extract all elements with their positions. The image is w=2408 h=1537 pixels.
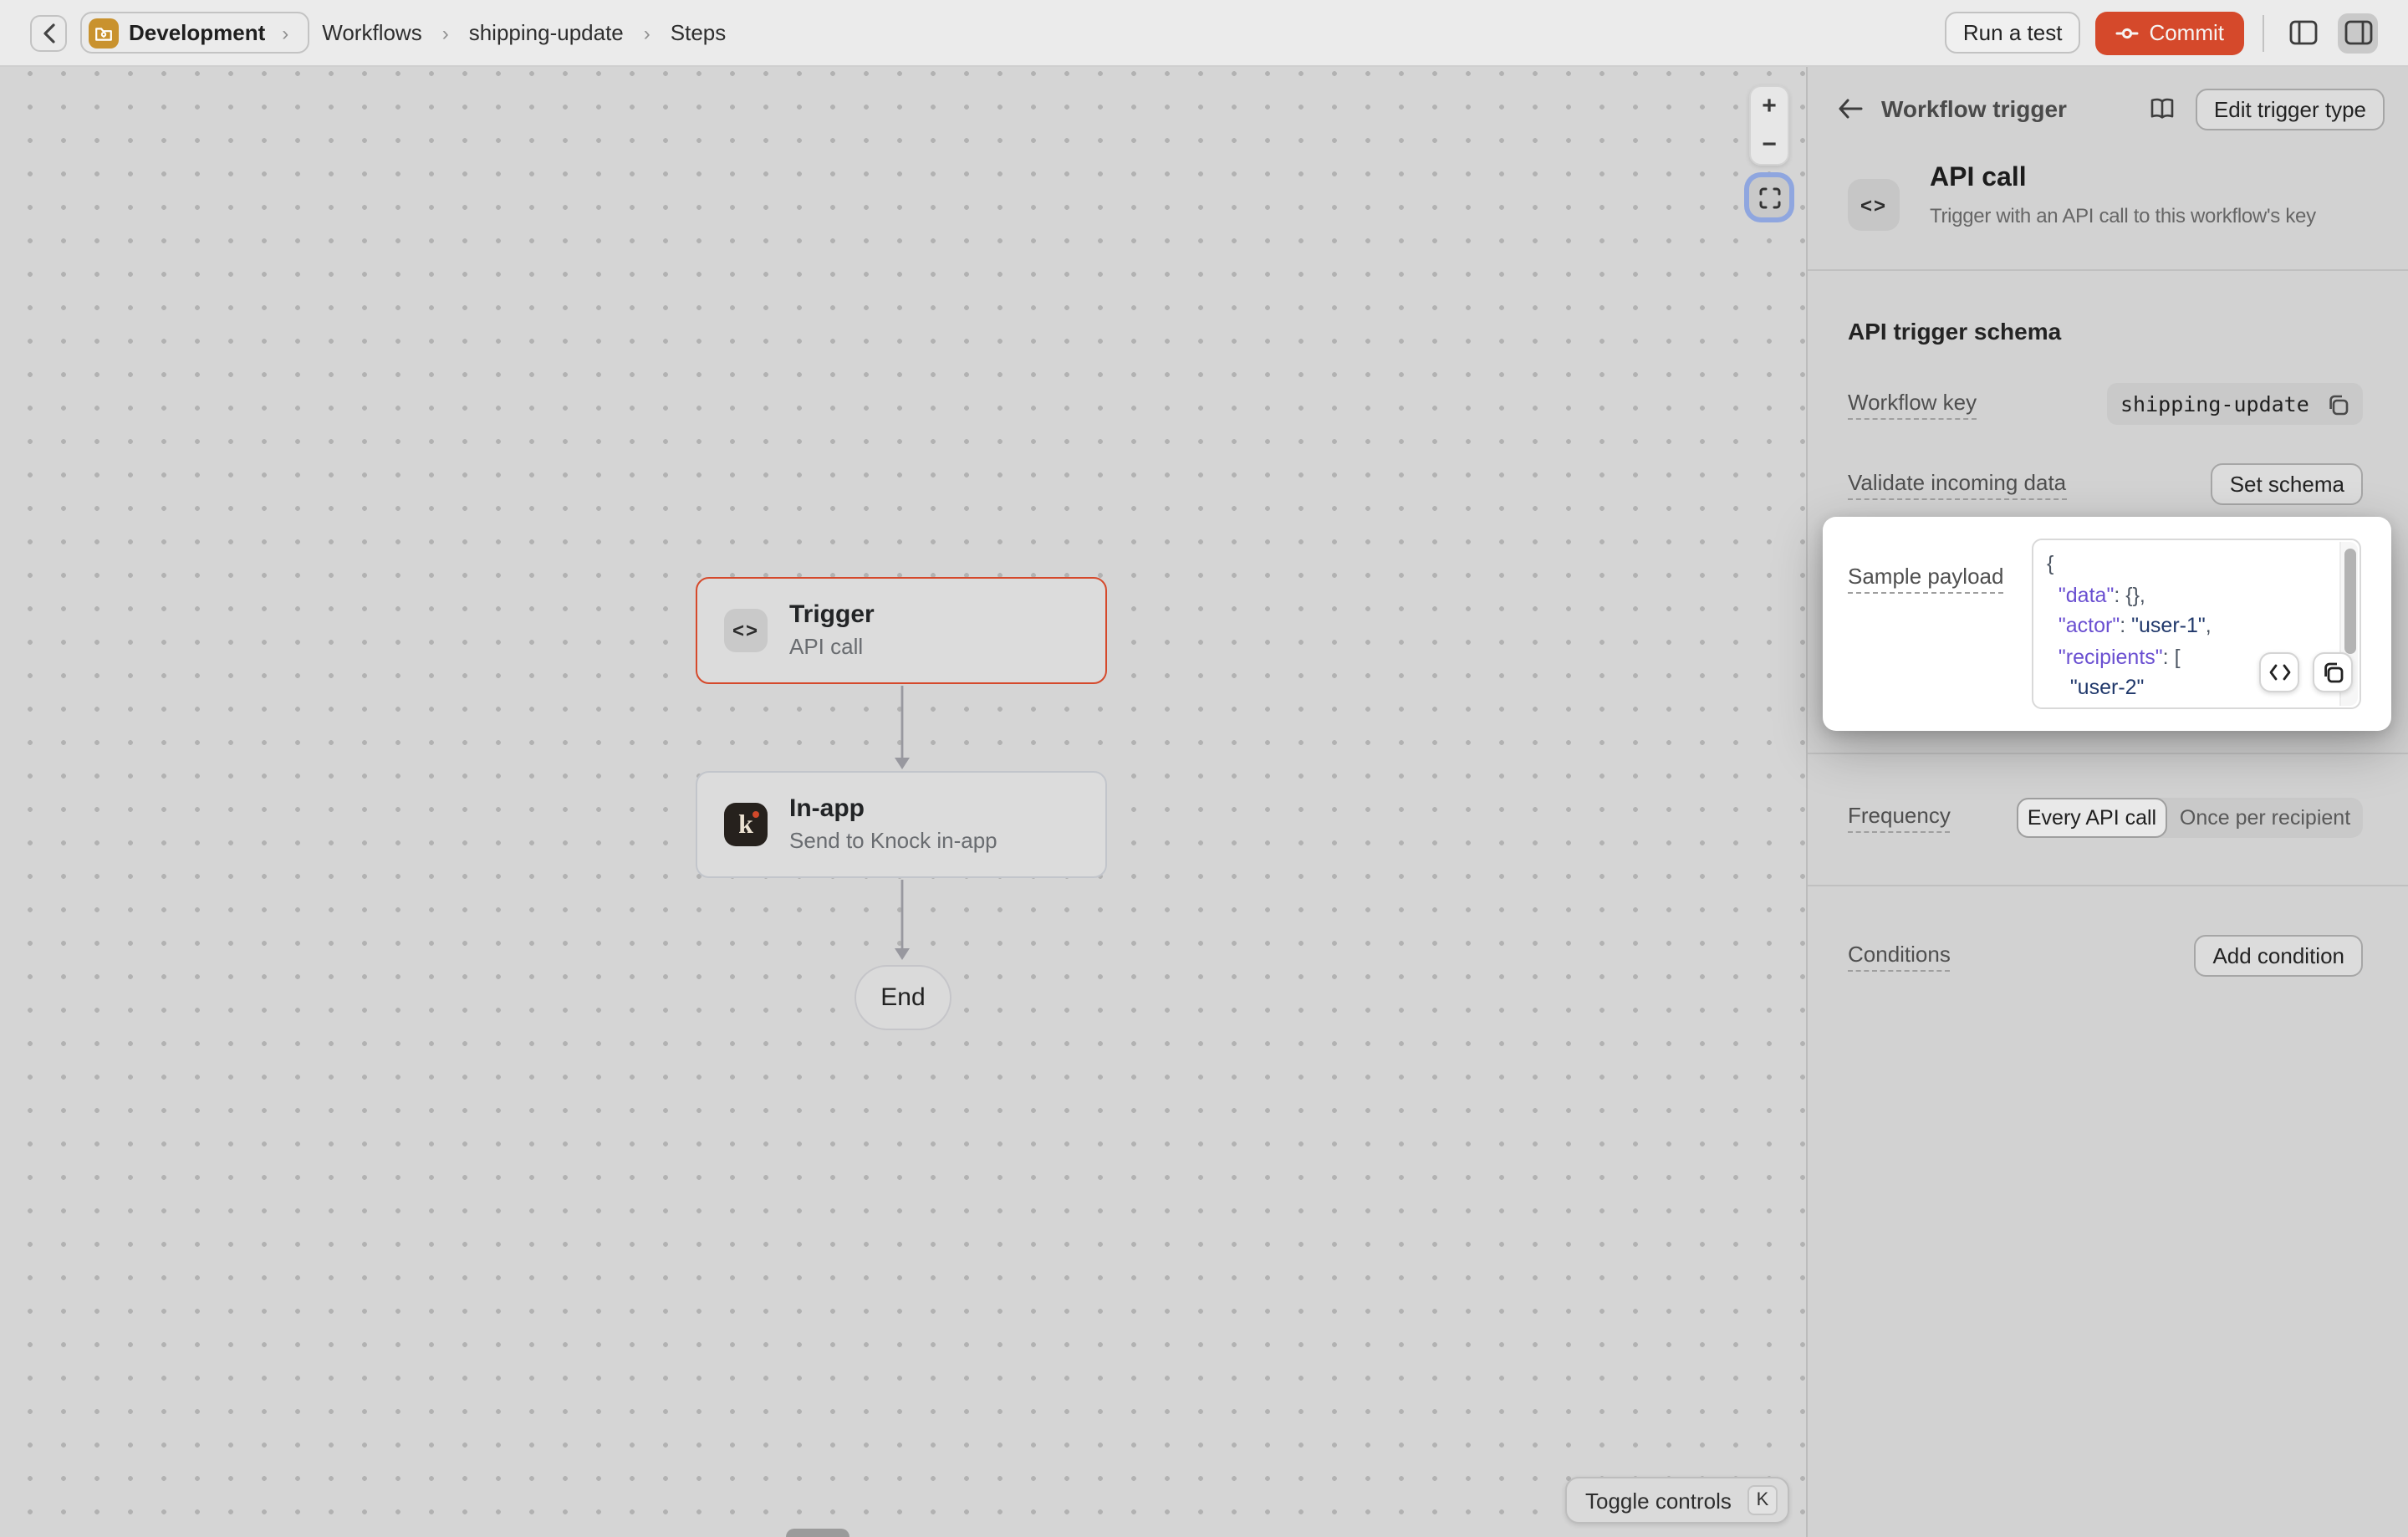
breadcrumb-steps[interactable]: Steps <box>671 20 727 45</box>
sample-payload-label[interactable]: Sample payload <box>1848 564 2003 594</box>
keyboard-shortcut-badge: K <box>1747 1485 1778 1515</box>
code-brackets-icon: <> <box>724 609 768 652</box>
top-bar-left: Development › Workflows › shipping-updat… <box>30 12 1931 54</box>
frequency-row: Frequency Every API call Once per recipi… <box>1848 798 2363 838</box>
code-brackets-icon <box>2268 664 2290 681</box>
commit-label: Commit <box>2149 20 2224 45</box>
run-a-test-button[interactable]: Run a test <box>1945 12 2081 54</box>
copy-icon <box>2321 661 2344 684</box>
section-heading: API trigger schema <box>1848 318 2061 345</box>
trigger-type-description: Trigger with an API call to this workflo… <box>1930 204 2316 227</box>
panel-left-icon <box>2288 20 2317 45</box>
zoom-button-group: + − <box>1749 85 1789 166</box>
node-subtitle: API call <box>789 634 875 660</box>
add-condition-button[interactable]: Add condition <box>2194 935 2363 977</box>
frequency-option-once-per-recipient[interactable]: Once per recipient <box>2167 798 2363 838</box>
copy-payload-button[interactable] <box>2313 652 2353 692</box>
sample-payload-spotlight: Sample payload { "data": {}, "actor": "u… <box>1823 517 2391 731</box>
workflow-key-row: Workflow key shipping-update <box>1848 383 2363 425</box>
commit-button[interactable]: Commit <box>2095 11 2244 54</box>
workflow-canvas[interactable]: + − <> Trigger API call k In-app S <box>0 67 1806 1537</box>
environment-selector[interactable]: Development › <box>80 12 309 54</box>
arrow-left-icon <box>1837 99 1862 119</box>
format-code-button[interactable] <box>2259 652 2299 692</box>
trigger-node[interactable]: <> Trigger API call <box>696 577 1107 684</box>
trigger-type-text: API call Trigger with an API call to thi… <box>1930 164 2316 231</box>
environment-label: Development <box>129 20 265 45</box>
back-button[interactable] <box>30 14 67 51</box>
canvas-zoom-controls: + − <box>1749 85 1789 217</box>
end-node[interactable]: End <box>855 965 951 1030</box>
toggle-controls-button[interactable]: Toggle controls K <box>1565 1477 1789 1524</box>
frequency-option-every-api-call[interactable]: Every API call <box>2017 798 2167 838</box>
book-icon <box>2149 97 2176 120</box>
divider <box>1808 269 2408 271</box>
sample-payload-editor[interactable]: { "data": {}, "actor": "user-1", "recipi… <box>2032 539 2361 709</box>
set-schema-button[interactable]: Set schema <box>2212 463 2363 505</box>
trigger-type-summary: <> API call Trigger with an API call to … <box>1848 164 2385 231</box>
top-bar: Development › Workflows › shipping-updat… <box>0 0 2408 67</box>
trigger-node-text: Trigger API call <box>789 600 875 660</box>
in-app-node[interactable]: k In-app Send to Knock in-app <box>696 771 1107 878</box>
workflow-trigger-panel: Workflow trigger Edit trigger type <> AP… <box>1806 67 2408 1537</box>
trigger-type-name: API call <box>1930 164 2316 194</box>
fit-view-button[interactable] <box>1749 177 1789 217</box>
toggle-right-panel-button[interactable] <box>2338 13 2378 53</box>
zoom-out-button[interactable]: − <box>1751 125 1788 164</box>
environment-folder-icon <box>89 18 119 48</box>
panel-title: Workflow trigger <box>1881 95 2129 122</box>
knock-dot <box>752 811 759 818</box>
toggle-left-panel-button[interactable] <box>2283 13 2323 53</box>
zoom-in-button[interactable]: + <box>1751 87 1788 125</box>
code-scrollbar-thumb[interactable] <box>2344 549 2356 654</box>
divider <box>1808 885 2408 886</box>
breadcrumb-separator: › <box>436 21 456 44</box>
horizontal-scrollbar-thumb[interactable] <box>786 1529 849 1537</box>
panel-header: Workflow trigger Edit trigger type <box>1831 87 2385 130</box>
edit-trigger-type-button[interactable]: Edit trigger type <box>2196 88 2385 130</box>
panel-right-icon <box>2344 20 2372 45</box>
knock-k-letter: k <box>738 812 753 839</box>
code-line: "actor": "user-1", <box>2047 610 2329 641</box>
conditions-row: Conditions Add condition <box>1848 935 2363 977</box>
code-brackets-icon: <> <box>1848 179 1900 231</box>
code-glyph: <> <box>1860 193 1887 217</box>
in-app-node-text: In-app Send to Knock in-app <box>789 794 997 854</box>
frequency-segmented-control: Every API call Once per recipient <box>2017 798 2363 838</box>
validate-row: Validate incoming data Set schema <box>1848 463 2363 505</box>
docs-button[interactable] <box>2142 89 2182 129</box>
end-label: End <box>880 983 925 1012</box>
workflow-key-text: shipping-update <box>2120 391 2309 416</box>
copy-icon[interactable] <box>2326 392 2349 416</box>
divider <box>1808 753 2408 754</box>
node-subtitle: Send to Knock in-app <box>789 828 997 854</box>
knock-logo-icon: k <box>724 803 768 846</box>
frequency-label[interactable]: Frequency <box>1848 803 1951 833</box>
workflow-key-value: shipping-update <box>2107 383 2363 425</box>
chevron-left-icon <box>41 23 56 43</box>
breadcrumb-workflows[interactable]: Workflows <box>322 20 421 45</box>
node-title: In-app <box>789 794 997 825</box>
git-commit-icon <box>2115 21 2139 44</box>
panel-back-button[interactable] <box>1831 90 1868 127</box>
breadcrumb-separator: › <box>637 21 657 44</box>
toggle-controls-label: Toggle controls <box>1585 1488 1732 1513</box>
code-line: { <box>2047 549 2329 580</box>
conditions-label[interactable]: Conditions <box>1848 941 1951 971</box>
chevron-right-icon: › <box>275 21 295 44</box>
code-line: ] <box>2047 703 2329 709</box>
top-bar-right: Run a test Commit <box>1945 11 2378 54</box>
node-title: Trigger <box>789 600 875 631</box>
fullscreen-icon <box>1758 186 1780 208</box>
breadcrumb-workflow-key[interactable]: shipping-update <box>469 20 624 45</box>
validate-incoming-data-label[interactable]: Validate incoming data <box>1848 469 2066 499</box>
workflow-editor-app: Development › Workflows › shipping-updat… <box>0 0 2408 1537</box>
workflow-key-label[interactable]: Workflow key <box>1848 389 1977 419</box>
code-line: "data": {}, <box>2047 580 2329 610</box>
code-glyph: <> <box>732 619 759 642</box>
divider <box>2263 14 2264 51</box>
